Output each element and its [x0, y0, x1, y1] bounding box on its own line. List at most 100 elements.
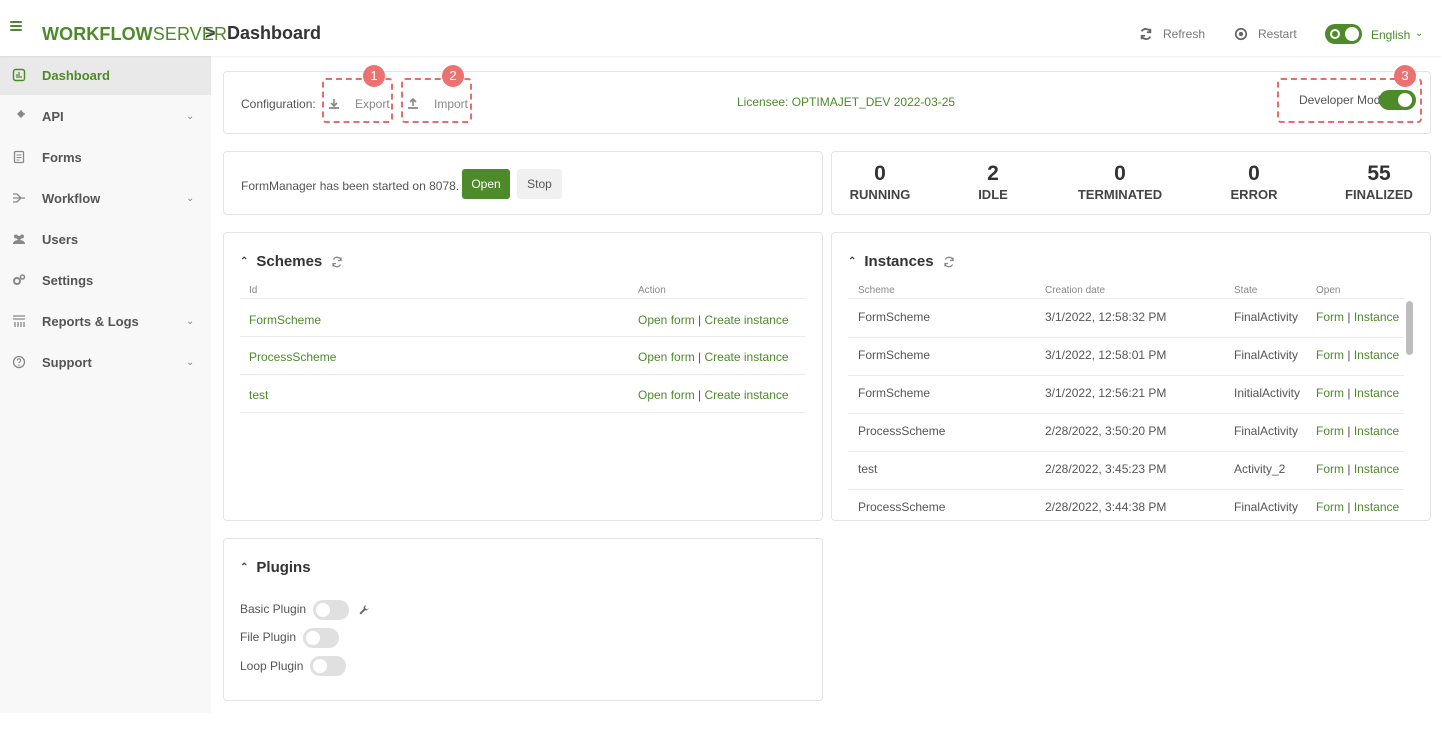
open-form-link[interactable]: Open form [638, 388, 695, 402]
instance-state: FinalActivity [1234, 424, 1299, 438]
create-instance-link[interactable]: Create instance [705, 388, 789, 402]
instance-scheme: FormScheme [858, 386, 931, 400]
instance-scheme: ProcessScheme [858, 500, 946, 514]
form-manager-stop-button[interactable]: Stop [517, 169, 562, 199]
instance-creation-date: 3/1/2022, 12:56:21 PM [1045, 386, 1167, 400]
scheme-id-link[interactable]: FormScheme [249, 313, 321, 327]
row-divider [848, 337, 1404, 338]
schemes-title-text: Schemes [256, 253, 323, 270]
form-link[interactable]: Form [1316, 348, 1344, 362]
download-icon [329, 99, 339, 109]
stat-value: 2 [987, 162, 999, 185]
restart-button[interactable]: Restart [1234, 27, 1297, 41]
stat-idle[interactable]: 2 IDLE [958, 162, 1028, 202]
form-manager-status: FormManager has been started on 8078. [241, 179, 460, 193]
stat-value: 55 [1367, 162, 1391, 185]
logo[interactable]: WORKFLOWSERVER [42, 24, 227, 45]
instance-creation-date: 3/1/2022, 12:58:32 PM [1045, 310, 1167, 324]
sidebar-item-users[interactable]: Users [0, 219, 211, 259]
export-button[interactable]: Export [328, 97, 390, 111]
stat-value: 0 [1114, 162, 1126, 185]
stat-running[interactable]: 0 RUNNING [845, 162, 915, 202]
sidebar-item-forms[interactable]: Forms [0, 137, 211, 177]
language-label[interactable]: English [1371, 28, 1410, 42]
instance-open-links: Form | Instance [1316, 424, 1399, 438]
column-header-creation-date: Creation date [1045, 285, 1106, 296]
plugins-title-text: Plugins [256, 559, 311, 576]
sidebar-item-label: Users [42, 231, 79, 247]
plugins-title[interactable]: ⌃ Plugins [240, 559, 311, 576]
refresh-button[interactable]: Refresh [1139, 27, 1205, 41]
form-manager-open-button[interactable]: Open [462, 169, 510, 199]
sidebar-item-api[interactable]: API ⌄ [0, 96, 211, 136]
sync-icon[interactable] [331, 256, 343, 268]
logo-bold-text: WORKFLOW [42, 24, 153, 44]
create-instance-link[interactable]: Create instance [705, 313, 789, 327]
instance-link[interactable]: Instance [1354, 348, 1399, 362]
open-form-link[interactable]: Open form [638, 313, 695, 327]
schemes-card: ⌃ Schemes Id Action FormScheme Open form… [223, 232, 823, 521]
scheme-id-link[interactable]: test [249, 388, 268, 402]
create-instance-link[interactable]: Create instance [705, 350, 789, 364]
gears-icon [13, 274, 26, 285]
form-link[interactable]: Form [1316, 424, 1344, 438]
instance-link[interactable]: Instance [1354, 424, 1399, 438]
file-plugin-toggle[interactable] [303, 628, 339, 648]
page-title: Dashboard [227, 23, 322, 43]
instance-link[interactable]: Instance [1354, 310, 1399, 324]
plug-icon [14, 110, 25, 121]
instances-title[interactable]: ⌃ Instances [848, 253, 955, 270]
import-button[interactable]: Import [407, 97, 468, 111]
sync-icon[interactable] [943, 256, 955, 268]
sidebar-item-label: Reports & Logs [42, 313, 139, 329]
sidebar-item-reports-logs[interactable]: Reports & Logs ⌄ [0, 301, 211, 341]
scheme-actions: Open form | Create instance [638, 313, 789, 327]
form-link[interactable]: Form [1316, 310, 1344, 324]
loop-plugin-toggle[interactable] [310, 656, 346, 676]
help-icon [12, 355, 26, 369]
link-separator: | [1347, 500, 1351, 514]
open-form-link[interactable]: Open form [638, 350, 695, 364]
instance-link[interactable]: Instance [1354, 386, 1399, 400]
menu-icon[interactable] [10, 21, 22, 31]
column-header-action: Action [638, 285, 666, 296]
sidebar-item-settings[interactable]: Settings [0, 260, 211, 300]
instance-scheme: FormScheme [858, 310, 931, 324]
restart-icon [1234, 27, 1248, 41]
instance-link[interactable]: Instance [1354, 462, 1399, 476]
form-icon [13, 150, 25, 164]
form-link[interactable]: Form [1316, 500, 1344, 514]
plugins-card: ⌃ Plugins Basic Plugin File Plugin Loop … [223, 538, 823, 701]
wrench-icon[interactable] [358, 604, 370, 616]
stat-finalized[interactable]: 55 FINALIZED [1339, 162, 1419, 202]
developer-mode-toggle[interactable] [1379, 90, 1416, 110]
import-label: Import [434, 97, 469, 111]
instance-scheme: test [858, 462, 878, 476]
chevron-up-icon: ⌃ [848, 256, 857, 267]
chevron-down-icon: ⌄ [186, 192, 195, 204]
chevron-down-icon[interactable]: ⌄ [1415, 28, 1423, 39]
chevron-up-icon: ⌃ [240, 562, 249, 573]
form-link[interactable]: Form [1316, 386, 1344, 400]
toggle-knob [306, 631, 320, 645]
instance-scheme: ProcessScheme [858, 424, 946, 438]
instance-state: FinalActivity [1234, 348, 1299, 362]
upload-icon [408, 98, 418, 109]
stat-error[interactable]: 0 ERROR [1219, 162, 1289, 202]
form-link[interactable]: Form [1316, 462, 1344, 476]
link-separator: | [1347, 310, 1351, 324]
sidebar-item-support[interactable]: Support ⌄ [0, 342, 211, 382]
sidebar-item-dashboard[interactable]: Dashboard [0, 55, 211, 95]
row-divider [240, 374, 806, 375]
instances-scrollbar[interactable] [1406, 301, 1413, 355]
schemes-title[interactable]: ⌃ Schemes [240, 253, 343, 270]
language-toggle[interactable] [1325, 24, 1362, 44]
scheme-id-link[interactable]: ProcessScheme [249, 350, 336, 364]
globe-icon [1330, 29, 1340, 39]
stat-terminated[interactable]: 0 TERMINATED [1068, 162, 1172, 202]
sidebar-item-workflow[interactable]: Workflow ⌄ [0, 178, 211, 218]
users-icon [13, 234, 25, 244]
basic-plugin-toggle[interactable] [313, 600, 349, 620]
sidebar-item-label: Workflow [42, 190, 101, 206]
instance-link[interactable]: Instance [1354, 500, 1399, 514]
